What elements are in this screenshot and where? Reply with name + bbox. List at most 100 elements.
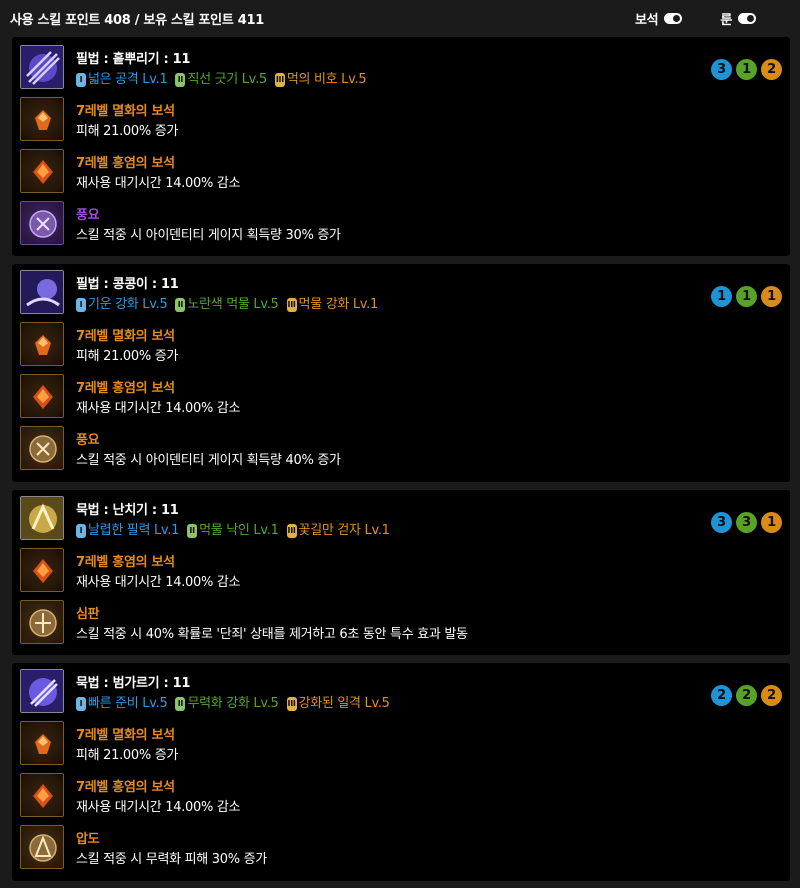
skill-card: 필법 : 흩뿌리기 : 11 I 넓은 공격 Lv.1 II 직선 긋기 Lv.5 …	[12, 37, 790, 256]
tripod-2: II 직선 긋기 Lv.5	[175, 70, 267, 90]
gem-name: 7레벨 멸화의 보석	[76, 329, 175, 344]
rune-icon	[20, 201, 64, 245]
skill-icon	[20, 45, 64, 89]
tier1-badge: 3	[711, 512, 732, 533]
gem-effect: 재사용 대기시간 14.00% 감소	[76, 800, 241, 815]
skill-card: 묵법 : 범가르기 : 11 I 빠른 준비 Lv.5 II 무력화 강화 Lv.5…	[12, 663, 790, 881]
gem-icon	[20, 149, 64, 193]
tier2-badge: 1	[736, 286, 757, 307]
rune-effect: 스킬 적중 시 아이덴티티 게이지 획득량 30% 증가	[76, 228, 341, 243]
tripod-1: I 날렵한 필력 Lv.1	[76, 521, 179, 541]
tripod-1: I 넓은 공격 Lv.1	[76, 70, 168, 90]
gem-toggle-switch[interactable]	[664, 13, 683, 24]
tier3-badge: 2	[761, 685, 782, 706]
gem-effect: 피해 21.00% 증가	[76, 748, 179, 763]
tier2-icon: II	[175, 697, 186, 711]
tier1-badge: 3	[711, 59, 732, 80]
tier3-badge: 1	[761, 512, 782, 533]
skill-points-header: 사용 스킬 포인트 408 / 보유 스킬 포인트 411 보석 룬	[0, 0, 800, 37]
skill-row: 묵법 : 범가르기 : 11 I 빠른 준비 Lv.5 II 무력화 강화 Lv.5…	[20, 669, 790, 717]
gem-name: 7레벨 멸화의 보석	[76, 104, 175, 119]
tripod-level-badges: 1 1 1	[711, 286, 782, 307]
gem-icon	[20, 97, 64, 141]
tier2-badge: 2	[736, 685, 757, 706]
rune-toggle[interactable]: 룬	[720, 9, 756, 28]
gem-toggle[interactable]: 보석	[635, 9, 683, 28]
rune-name: 풍요	[76, 208, 100, 223]
gem-row: 7레벨 멸화의 보석 피해 21.00% 증가	[20, 322, 790, 370]
rune-name: 압도	[76, 832, 100, 847]
gem-toggle-label: 보석	[635, 13, 659, 28]
tier2-badge: 1	[736, 59, 757, 80]
skill-icon	[20, 496, 64, 540]
rune-name: 심판	[76, 607, 100, 622]
tier3-badge: 1	[761, 286, 782, 307]
gem-icon	[20, 548, 64, 592]
skill-title: 묵법 : 난치기 : 11	[76, 503, 179, 518]
tier3-badge: 2	[761, 59, 782, 80]
tripod-level-badges: 3 3 1	[711, 512, 782, 533]
tier2-icon: II	[175, 298, 186, 312]
tier1-badge: 2	[711, 685, 732, 706]
gem-effect: 피해 21.00% 증가	[76, 349, 179, 364]
gem-name: 7레벨 홍염의 보석	[76, 381, 175, 396]
tier1-icon: I	[76, 524, 86, 538]
gem-name: 7레벨 홍염의 보석	[76, 555, 175, 570]
tier1-icon: I	[76, 298, 86, 312]
tier2-icon: II	[187, 524, 198, 538]
gem-icon	[20, 374, 64, 418]
gem-effect: 재사용 대기시간 14.00% 감소	[76, 176, 241, 191]
gem-row: 7레벨 홍염의 보석 재사용 대기시간 14.00% 감소	[20, 548, 790, 596]
tripod-2: II 무력화 강화 Lv.5	[175, 694, 279, 714]
gem-icon	[20, 773, 64, 817]
tripod-1: I 기운 강화 Lv.5	[76, 295, 168, 315]
tier1-icon: I	[76, 73, 86, 87]
tripod-3: III 먹물 강화 Lv.1	[286, 297, 378, 312]
gem-row: 7레벨 홍염의 보석 재사용 대기시간 14.00% 감소	[20, 149, 790, 197]
gem-row: 7레벨 멸화의 보석 피해 21.00% 증가	[20, 97, 790, 145]
tripod-list: I 넓은 공격 Lv.1 II 직선 긋기 Lv.5 III 먹의 비호 Lv.5	[76, 70, 367, 90]
tripod-2: II 먹물 낙인 Lv.1	[187, 521, 279, 541]
gem-name: 7레벨 멸화의 보석	[76, 728, 175, 743]
skill-title: 묵법 : 범가르기 : 11	[76, 676, 191, 691]
rune-effect: 스킬 적중 시 아이덴티티 게이지 획득량 40% 증가	[76, 453, 341, 468]
tier2-icon: II	[175, 73, 186, 87]
rune-toggle-label: 룬	[720, 13, 732, 28]
tier1-badge: 1	[711, 286, 732, 307]
skill-title: 필법 : 콩콩이 : 11	[76, 277, 179, 292]
rune-toggle-switch[interactable]	[738, 13, 756, 24]
rune-icon	[20, 426, 64, 470]
gem-icon	[20, 721, 64, 765]
skill-icon	[20, 669, 64, 713]
tier3-icon: III	[274, 73, 285, 87]
gem-name: 7레벨 홍염의 보석	[76, 156, 175, 171]
rune-row: 심판 스킬 적중 시 40% 확률로 '단죄' 상태를 제거하고 6초 동안 특…	[20, 600, 790, 648]
tripod-level-badges: 3 1 2	[711, 59, 782, 80]
skill-card: 묵법 : 난치기 : 11 I 날렵한 필력 Lv.1 II 먹물 낙인 Lv.1 …	[12, 490, 790, 655]
gem-row: 7레벨 멸화의 보석 피해 21.00% 증가	[20, 721, 790, 769]
skill-row: 필법 : 콩콩이 : 11 I 기운 강화 Lv.5 II 노란색 먹물 Lv.5 …	[20, 270, 790, 318]
tier3-icon: III	[286, 524, 297, 538]
gem-name: 7레벨 홍염의 보석	[76, 780, 175, 795]
tripod-list: I 날렵한 필력 Lv.1 II 먹물 낙인 Lv.1 III 꽃길만 걷자 Lv.1	[76, 521, 390, 541]
rune-icon	[20, 825, 64, 869]
rune-row: 압도 스킬 적중 시 무력화 피해 30% 증가	[20, 825, 790, 873]
tripod-3: III 꽃길만 걷자 Lv.1	[286, 523, 390, 538]
gem-icon	[20, 322, 64, 366]
tripod-2: II 노란색 먹물 Lv.5	[175, 295, 279, 315]
skill-row: 묵법 : 난치기 : 11 I 날렵한 필력 Lv.1 II 먹물 낙인 Lv.1 …	[20, 496, 790, 544]
rune-effect: 스킬 적중 시 무력화 피해 30% 증가	[76, 852, 267, 867]
rune-effect: 스킬 적중 시 40% 확률로 '단죄' 상태를 제거하고 6초 동안 특수 효…	[76, 627, 468, 642]
tripod-3: III 강화된 일격 Lv.5	[286, 696, 390, 711]
tier3-icon: III	[286, 697, 297, 711]
rune-icon	[20, 600, 64, 644]
tier1-icon: I	[76, 697, 86, 711]
skill-card: 필법 : 콩콩이 : 11 I 기운 강화 Lv.5 II 노란색 먹물 Lv.5 …	[12, 264, 790, 482]
gem-row: 7레벨 홍염의 보석 재사용 대기시간 14.00% 감소	[20, 374, 790, 422]
skill-icon	[20, 270, 64, 314]
rune-name: 풍요	[76, 433, 100, 448]
rune-row: 풍요 스킬 적중 시 아이덴티티 게이지 획득량 40% 증가	[20, 426, 790, 474]
tripod-level-badges: 2 2 2	[711, 685, 782, 706]
tripod-1: I 빠른 준비 Lv.5	[76, 694, 168, 714]
skill-title: 필법 : 흩뿌리기 : 11	[76, 52, 191, 67]
